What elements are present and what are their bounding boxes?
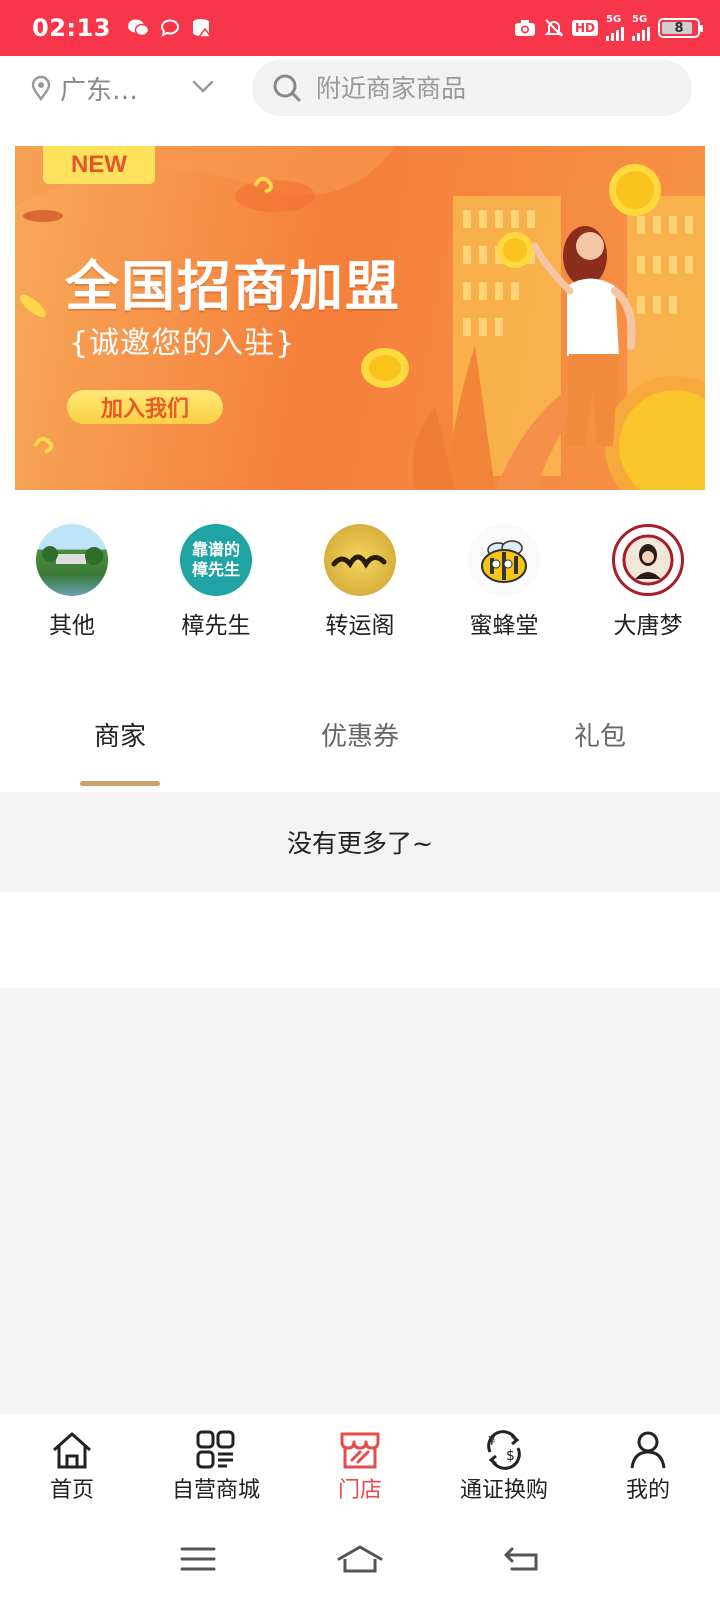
banner-section: NEW 全国招商加盟 {诚邀您的入驻} 加入我们 (0, 142, 720, 502)
park-photo-icon (36, 524, 108, 596)
system-navigation-bar (0, 1518, 720, 1600)
storage-icon (192, 19, 213, 38)
tab-label: 商家 (93, 722, 146, 752)
network-label: 5G (606, 14, 622, 25)
nav-home[interactable]: 首页 (0, 1414, 144, 1518)
network-label: 5G (632, 14, 648, 25)
nav-label: 自营商城 (171, 1478, 260, 1503)
grid-icon (196, 1430, 235, 1469)
category-item-datangmeng[interactable]: 大唐梦 (576, 502, 720, 682)
brand-logo-text: 靠谱的 樟先生 (191, 540, 240, 579)
category-item-mifengtang[interactable]: 蜜蜂堂 (432, 502, 576, 682)
status-time: 02:13 (32, 14, 111, 42)
tab-label: 优惠券 (320, 722, 399, 752)
brand-logo-icon (324, 524, 396, 596)
nav-store[interactable]: 门店 (288, 1414, 432, 1518)
tab-coupons[interactable]: 优惠券 (240, 682, 480, 792)
notification-icons (127, 17, 213, 39)
mute-bell-icon (544, 19, 564, 37)
store-icon (340, 1432, 380, 1469)
category-label: 大唐梦 (613, 613, 683, 639)
category-label: 转运阁 (325, 613, 395, 639)
battery-icon: 8 (658, 18, 703, 38)
home-icon (53, 1432, 91, 1469)
nav-profile[interactable]: 我的 (576, 1414, 720, 1518)
signal-bars-icon (606, 25, 624, 41)
nav-label: 首页 (49, 1478, 94, 1503)
nav-label: 我的 (625, 1478, 670, 1503)
nav-mall[interactable]: 自营商城 (144, 1414, 288, 1518)
tab-gift-packs[interactable]: 礼包 (480, 682, 720, 792)
category-item-other[interactable]: 其他 (0, 502, 144, 682)
promo-banner[interactable]: NEW 全国招商加盟 {诚邀您的入驻} 加入我们 (15, 146, 705, 490)
svg-text:¥: ¥ (488, 1434, 496, 1448)
list-end-message: 没有更多了~ (0, 792, 720, 892)
battery-level: 8 (674, 20, 684, 36)
back-icon[interactable] (502, 1545, 542, 1573)
search-icon (273, 74, 301, 102)
signal-2: 5G (632, 15, 650, 41)
location-pin-icon (31, 75, 51, 101)
new-badge: NEW (43, 146, 155, 184)
signal-1: 5G (606, 15, 624, 41)
nav-label: 门店 (337, 1478, 382, 1503)
search-bar[interactable] (252, 60, 692, 116)
content-tabs: 商家 优惠券 礼包 (0, 682, 720, 792)
category-item-zhuanyunge[interactable]: 转运阁 (288, 502, 432, 682)
bottom-navigation: 首页 自营商城 门店 ¥ $ 通证换购 我的 (0, 1414, 720, 1518)
hd-badge: HD (571, 20, 598, 36)
status-bar: 02:13 HD 5G 5G 8 (0, 0, 720, 56)
camera-icon (514, 20, 535, 36)
status-right: HD 5G 5G 8 (514, 15, 703, 41)
wechat-icon (127, 19, 149, 37)
banner-subtitle: {诚邀您的入驻} (69, 326, 296, 361)
home-button-icon[interactable] (335, 1543, 385, 1575)
search-input[interactable] (316, 73, 656, 103)
tab-active-indicator (80, 781, 160, 786)
user-icon (630, 1431, 666, 1469)
chevron-down-icon[interactable] (192, 80, 214, 94)
category-label: 蜜蜂堂 (469, 613, 539, 639)
location-selector[interactable]: 广东… (30, 70, 138, 106)
spacer (0, 892, 720, 988)
join-button[interactable]: 加入我们 (67, 390, 223, 424)
svg-text:$: $ (506, 1448, 515, 1464)
location-text: 广东… (60, 75, 139, 106)
chat-bubble-icon (160, 19, 179, 37)
nav-exchange[interactable]: ¥ $ 通证换购 (432, 1414, 576, 1518)
top-bar: 广东… (0, 56, 720, 142)
tab-merchants[interactable]: 商家 (0, 682, 240, 792)
category-label: 樟先生 (181, 613, 251, 639)
bee-logo-icon (468, 524, 540, 596)
category-label: 其他 (49, 613, 95, 639)
tab-label: 礼包 (573, 722, 626, 752)
brand-category-row: 其他 靠谱的 樟先生 樟先生 转运阁 蜜蜂堂 大唐梦 (0, 502, 720, 682)
seal-logo-icon (612, 524, 684, 596)
banner-title: 全国招商加盟 (65, 255, 401, 318)
menu-icon[interactable] (178, 1545, 218, 1573)
nav-label: 通证换购 (459, 1478, 548, 1503)
category-item-zhangxiansheng[interactable]: 靠谱的 樟先生 樟先生 (144, 502, 288, 682)
brand-logo-icon: 靠谱的 樟先生 (180, 524, 252, 596)
exchange-icon: ¥$ (487, 1430, 521, 1470)
signal-bars-icon (632, 25, 650, 41)
